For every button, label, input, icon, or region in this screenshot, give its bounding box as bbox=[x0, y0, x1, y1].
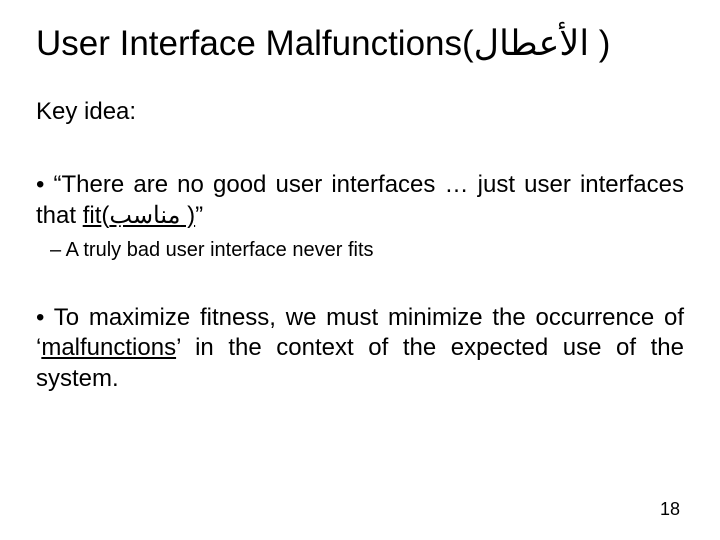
slide-title: User Interface Malfunctions(الأعطال ) bbox=[36, 24, 684, 64]
title-text-ar: الأعطال bbox=[474, 24, 589, 63]
bullet-maximize: • To maximize fitness, we must minimize … bbox=[36, 303, 684, 395]
title-text-en: User Interface Malfunctions( bbox=[36, 24, 474, 63]
slide: User Interface Malfunctions(الأعطال ) Ke… bbox=[0, 0, 720, 540]
sub-bullet: – A truly bad user interface never fits bbox=[50, 238, 684, 263]
bullet-maximize-mal: malfunctions bbox=[41, 334, 176, 361]
bullet-quote-end: ” bbox=[195, 202, 203, 229]
key-idea-label: Key idea: bbox=[36, 98, 684, 126]
bullet-quote-ar: مناسب bbox=[109, 202, 180, 229]
bullet-quote-fit: fit bbox=[83, 202, 102, 229]
page-number: 18 bbox=[660, 499, 680, 520]
title-text-suffix: ) bbox=[589, 24, 610, 63]
bullet-quote-paren-close: ) bbox=[180, 202, 195, 229]
bullet-quote: • “There are no good user interfaces … j… bbox=[36, 170, 684, 231]
